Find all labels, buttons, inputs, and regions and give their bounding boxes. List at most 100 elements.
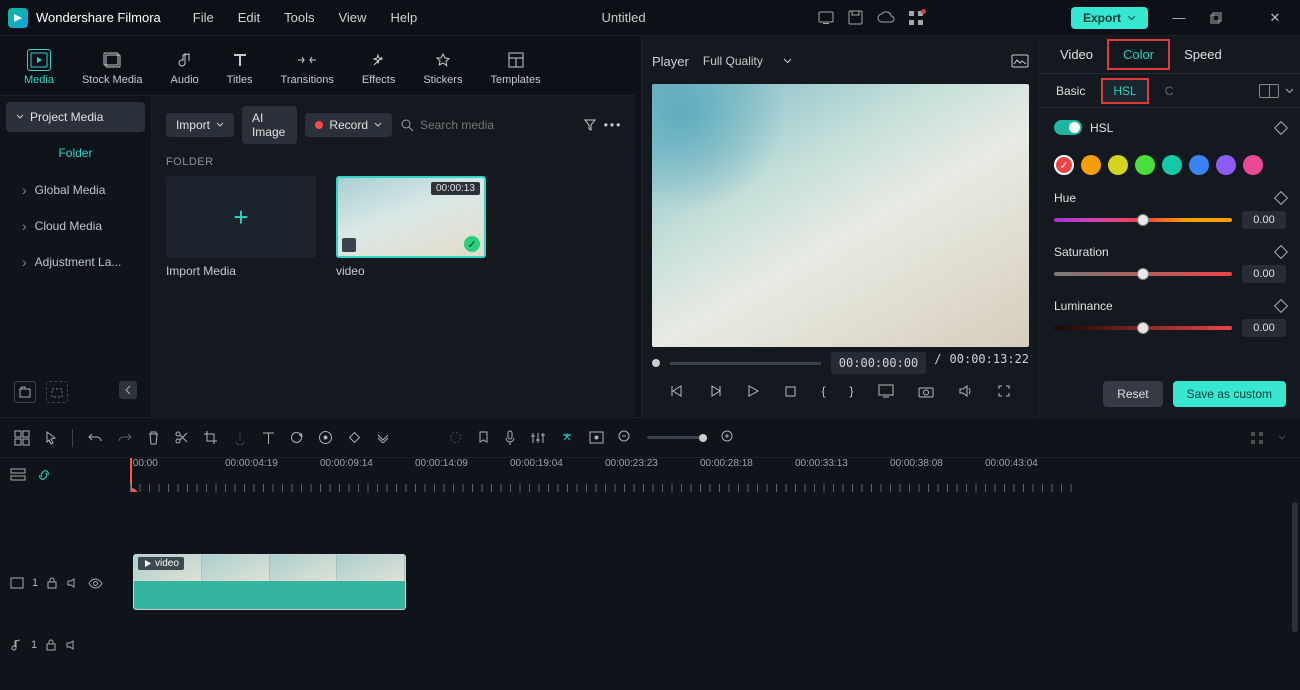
hue-track[interactable]: [1054, 218, 1232, 222]
menu-edit[interactable]: Edit: [226, 10, 272, 25]
swatch-red[interactable]: [1054, 155, 1074, 175]
keyframe-tool-icon[interactable]: [347, 430, 362, 445]
tab-templates[interactable]: Templates: [480, 44, 550, 91]
folder-link[interactable]: Folder: [6, 136, 145, 170]
menu-view[interactable]: View: [326, 10, 378, 25]
swatch-blue[interactable]: [1189, 155, 1209, 175]
minimize-button[interactable]: —: [1162, 10, 1196, 25]
swatch-purple[interactable]: [1216, 155, 1236, 175]
marker-icon[interactable]: [477, 430, 490, 445]
tab-transitions[interactable]: Transitions: [271, 44, 344, 91]
cloud-icon[interactable]: [877, 11, 895, 25]
record-dropdown[interactable]: Record: [305, 113, 392, 137]
lum-value[interactable]: 0.00: [1242, 319, 1286, 337]
mixer-icon[interactable]: [530, 431, 545, 445]
swatch-magenta[interactable]: [1243, 155, 1263, 175]
swatch-orange[interactable]: [1081, 155, 1101, 175]
grid-view-icon[interactable]: [1250, 431, 1264, 445]
quality-dropdown[interactable]: Full Quality: [703, 54, 792, 68]
zoom-in-icon[interactable]: [721, 430, 736, 445]
sub-basic[interactable]: Basic: [1046, 80, 1095, 102]
link-icon[interactable]: [36, 467, 52, 483]
compare-icon[interactable]: [1259, 84, 1279, 98]
play-icon[interactable]: [746, 384, 760, 398]
keyframe-icon[interactable]: [1274, 191, 1288, 205]
play-backward-icon[interactable]: [708, 384, 722, 398]
snapshot-icon[interactable]: [1011, 54, 1029, 68]
clip-tile[interactable]: 00:00:13 ✓ video: [336, 176, 486, 278]
sidebar-global[interactable]: Global Media: [6, 174, 145, 206]
camera-icon[interactable]: [918, 385, 934, 398]
hue-value[interactable]: 0.00: [1242, 211, 1286, 229]
swatch-aqua[interactable]: [1162, 155, 1182, 175]
export-button[interactable]: Export: [1071, 7, 1148, 29]
search-input[interactable]: [420, 118, 575, 132]
hsl-toggle[interactable]: [1054, 120, 1082, 135]
rotation-icon[interactable]: [289, 430, 304, 445]
lock-icon[interactable]: [45, 639, 57, 651]
speed-tool-icon[interactable]: [232, 431, 248, 445]
zoom-slider[interactable]: [647, 436, 707, 439]
mute-icon[interactable]: [65, 639, 79, 651]
pointer-icon[interactable]: [44, 430, 58, 446]
tab-stickers[interactable]: Stickers: [413, 44, 472, 91]
filter-icon[interactable]: [583, 117, 597, 133]
more-icon[interactable]: •••: [605, 117, 621, 133]
audio-track-lane[interactable]: [130, 614, 1300, 676]
more-tools-icon[interactable]: [376, 433, 390, 443]
track-manager-icon[interactable]: [10, 467, 26, 483]
mute-icon[interactable]: [66, 577, 80, 589]
apps-icon[interactable]: [909, 11, 923, 25]
keyframe-icon[interactable]: [1274, 120, 1288, 134]
undo-icon[interactable]: [87, 431, 103, 445]
maximize-button[interactable]: [1210, 12, 1244, 24]
frame-icon[interactable]: [589, 431, 604, 444]
keyframe-icon[interactable]: [1274, 299, 1288, 313]
import-tile[interactable]: + Import Media: [166, 176, 316, 278]
audio-track-header[interactable]: 1: [0, 614, 130, 676]
import-dropdown[interactable]: Import: [166, 113, 234, 137]
tab-effects[interactable]: Effects: [352, 44, 405, 91]
reset-button[interactable]: Reset: [1103, 381, 1162, 407]
insp-tab-speed[interactable]: Speed: [1170, 41, 1236, 68]
save-icon[interactable]: [848, 10, 863, 25]
text-tool-icon[interactable]: [262, 431, 275, 445]
project-media-chip[interactable]: Project Media: [6, 102, 145, 132]
zoom-out-icon[interactable]: [618, 430, 633, 445]
new-bin-button[interactable]: [46, 381, 68, 403]
volume-icon[interactable]: [958, 384, 973, 398]
color-tool-icon[interactable]: [318, 430, 333, 445]
save-custom-button[interactable]: Save as custom: [1173, 381, 1286, 407]
close-button[interactable]: ✕: [1258, 10, 1292, 26]
layout-icon[interactable]: [14, 430, 30, 446]
tab-audio[interactable]: Audio: [161, 44, 209, 91]
swatch-green[interactable]: [1135, 155, 1155, 175]
collapse-sidebar-button[interactable]: [119, 381, 137, 399]
menu-help[interactable]: Help: [378, 10, 429, 25]
menu-file[interactable]: File: [181, 10, 226, 25]
ai-image-button[interactable]: AI Image: [242, 106, 297, 144]
tab-media[interactable]: Media: [14, 44, 64, 91]
fullscreen-icon[interactable]: [997, 384, 1011, 398]
device-icon[interactable]: [818, 11, 834, 25]
video-track-header[interactable]: 1: [0, 552, 130, 614]
new-folder-button[interactable]: [14, 381, 36, 403]
timeline-ruler[interactable]: :00:00 00:00:04:19 00:00:09:14 00:00:14:…: [130, 458, 1300, 492]
mic-icon[interactable]: [504, 430, 516, 446]
sub-c[interactable]: C: [1155, 80, 1184, 102]
lum-track[interactable]: [1054, 326, 1232, 330]
preview-scrubber[interactable]: 00:00:00:00 / 00:00:13:22: [652, 353, 1029, 373]
insp-tab-video[interactable]: Video: [1046, 41, 1107, 68]
chevron-down-icon[interactable]: [1285, 88, 1294, 94]
delete-icon[interactable]: [147, 430, 160, 445]
split-icon[interactable]: [174, 430, 189, 445]
preview-viewport[interactable]: [652, 84, 1029, 347]
magnet-icon[interactable]: [559, 430, 575, 446]
display-icon[interactable]: [878, 384, 894, 398]
crop-icon[interactable]: [203, 430, 218, 445]
redo-icon[interactable]: [117, 431, 133, 445]
options-caret-icon[interactable]: [1278, 435, 1286, 441]
stop-icon[interactable]: [784, 385, 797, 398]
insp-tab-color[interactable]: Color: [1107, 39, 1170, 70]
tab-stock[interactable]: Stock Media: [72, 44, 153, 91]
